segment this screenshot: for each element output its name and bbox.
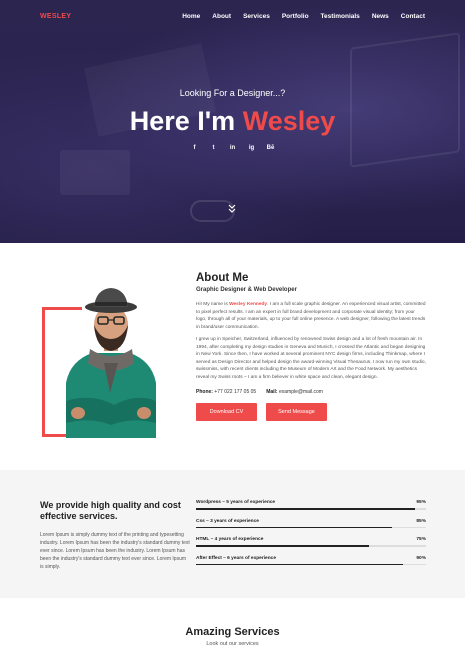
- top-nav: WESLEY Home About Services Portfolio Tes…: [0, 10, 465, 26]
- skill-bar-track: [196, 545, 426, 547]
- skill-bar-fill: [196, 526, 392, 528]
- mail-label: Mail:: [266, 389, 278, 395]
- hero-title-name: Wesley: [242, 106, 336, 136]
- about-paragraph-1: Hi! My name is Wesley Kennedy. I am a fu…: [196, 301, 426, 331]
- send-message-button[interactable]: Send Message: [266, 403, 327, 421]
- skill-bar-track: [196, 508, 426, 510]
- skill-bar-track: [196, 563, 426, 565]
- hero-title-prefix: Here I'm: [129, 106, 243, 136]
- hero-subtitle: Looking For a Designer...?: [179, 88, 286, 98]
- skill-item: HTML – 4 years of experience 75%: [196, 537, 426, 547]
- skill-percent: 85%: [416, 518, 426, 524]
- phone-info: Phone: +77 022 177 05 05: [196, 389, 256, 395]
- about-p1-name: Wesley Kennedy: [229, 302, 268, 307]
- twitter-icon[interactable]: t: [210, 145, 218, 151]
- profile-photo: [66, 288, 156, 438]
- nav-item-about[interactable]: About: [212, 13, 231, 20]
- mail-info: Mail: example@mail.com: [266, 389, 323, 395]
- phone-label: Phone:: [196, 389, 213, 395]
- facebook-icon[interactable]: f: [191, 145, 199, 151]
- behance-icon[interactable]: Bē: [267, 145, 275, 151]
- hero-title: Here I'm Wesley: [0, 106, 465, 137]
- about-photo: [42, 283, 172, 438]
- services-subtitle: Look out our services: [206, 641, 259, 647]
- skill-label: Wordpress – 5 years of experience: [196, 500, 276, 505]
- social-links: f t in ig Bē: [0, 145, 465, 151]
- skill-percent: 75%: [416, 537, 426, 542]
- linkedin-icon[interactable]: in: [229, 145, 237, 151]
- skill-label: After Effect – 6 years of experience: [196, 555, 276, 561]
- about-actions: Download CV Send Message: [196, 403, 426, 421]
- skill-bar-fill: [196, 508, 415, 510]
- download-cv-button[interactable]: Download CV: [196, 403, 257, 421]
- skill-label: HTML – 4 years of experience: [196, 537, 264, 542]
- skill-item: Wordpress – 5 years of experience 95%: [196, 500, 426, 510]
- skill-item: After Effect – 6 years of experience 90%: [196, 555, 426, 565]
- skill-bar-fill: [196, 545, 369, 547]
- chevron-double-down-icon[interactable]: [227, 204, 237, 214]
- skills-intro: We provide high quality and cost effecti…: [40, 500, 190, 571]
- skills-heading: We provide high quality and cost effecti…: [40, 500, 181, 521]
- nav-item-portfolio[interactable]: Portfolio: [282, 13, 309, 20]
- logo[interactable]: WESLEY: [40, 13, 71, 20]
- about-section: About Me Graphic Designer & Web Develope…: [196, 272, 426, 421]
- services-title: Amazing Services: [185, 626, 280, 638]
- nav-item-news[interactable]: News: [372, 13, 389, 20]
- instagram-icon[interactable]: ig: [248, 145, 256, 151]
- nav-item-services[interactable]: Services: [243, 13, 270, 20]
- about-p1-start: Hi! My name is: [196, 302, 230, 307]
- skill-percent: 90%: [416, 555, 426, 561]
- contact-info: Phone: +77 022 177 05 05 Mail: example@m…: [196, 389, 426, 395]
- about-role: Graphic Designer & Web Developer: [196, 287, 297, 293]
- skill-bar-fill: [196, 563, 403, 565]
- nav-menu: Home About Services Portfolio Testimonia…: [182, 13, 425, 20]
- hero-section: WESLEY Home About Services Portfolio Tes…: [0, 0, 465, 243]
- skills-body: Lorem Ipsum is simply dummy text of the …: [40, 532, 190, 570]
- about-title: About Me: [196, 272, 249, 284]
- nav-item-home[interactable]: Home: [182, 13, 200, 20]
- mail-value[interactable]: example@mail.com: [279, 389, 323, 395]
- hero-bg-device: [60, 150, 130, 195]
- skills-section: We provide high quality and cost effecti…: [0, 470, 465, 598]
- skill-bar-track: [196, 526, 426, 528]
- skill-percent: 95%: [416, 500, 426, 505]
- skills-list: Wordpress – 5 years of experience 95% Css…: [196, 500, 426, 574]
- phone-value: +77 022 177 05 05: [214, 389, 257, 395]
- nav-item-testimonials[interactable]: Testimonials: [321, 13, 360, 20]
- nav-item-contact[interactable]: Contact: [401, 13, 425, 20]
- about-paragraph-2: I grew up in Speicher, Switzerland, infl…: [196, 337, 426, 380]
- skill-item: Css – 3 years of experience 85%: [196, 518, 426, 528]
- skill-label: Css – 3 years of experience: [196, 518, 259, 524]
